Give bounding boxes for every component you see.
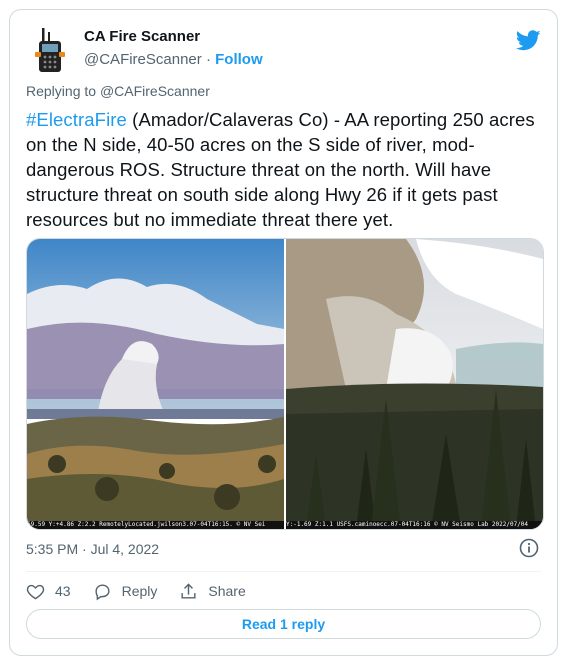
heart-icon — [26, 584, 45, 599]
read-replies-button[interactable]: Read 1 reply — [26, 609, 541, 639]
tweet-timestamp[interactable]: 5:35 PM · Jul 4, 2022 — [26, 541, 159, 557]
info-icon[interactable] — [519, 538, 539, 558]
share-icon — [181, 582, 196, 599]
replying-to-prefix: Replying to — [26, 83, 100, 99]
replying-to-handle[interactable]: @CAFireScanner — [100, 83, 210, 99]
follow-button[interactable]: Follow — [215, 51, 263, 68]
fire-photo-right[interactable]: Y:-1.69 Z:1.1 USFS.caminoecc.07-04T16:16… — [286, 239, 543, 529]
handle-separator: · — [201, 51, 216, 68]
author-handle[interactable]: @CAFireScanner — [84, 51, 202, 68]
tweet-actions: 43 Reply Share — [26, 579, 268, 603]
camera-caption-right: Y:-1.69 Z:1.1 USFS.caminoecc.07-04T16:16… — [286, 521, 543, 529]
twitter-bird-icon[interactable] — [516, 30, 541, 51]
media-grid: 69.59 Y:+4.86 Z:2.2 RemotelyLocated.jwil… — [26, 238, 544, 530]
reply-bubble-icon — [95, 583, 110, 600]
tweet-header: CA Fire Scanner @CAFireScanner · Follow — [26, 22, 541, 74]
fire-photo-left[interactable]: 69.59 Y:+4.86 Z:2.2 RemotelyLocated.jwil… — [27, 239, 284, 529]
tweet-text: #ElectraFire (Amador/Calaveras Co) - AA … — [26, 107, 546, 232]
reply-label: Reply — [121, 583, 158, 599]
camera-caption-left: 69.59 Y:+4.86 Z:2.2 RemotelyLocated.jwil… — [27, 521, 284, 529]
hashtag-link[interactable]: #ElectraFire — [26, 109, 127, 130]
actions-divider — [26, 571, 541, 572]
like-button[interactable]: 43 — [26, 582, 71, 601]
share-button[interactable]: Share — [179, 582, 246, 601]
like-count: 43 — [55, 583, 71, 599]
reply-button[interactable]: Reply — [93, 582, 158, 601]
tweet-card: CA Fire Scanner @CAFireScanner · Follow … — [9, 9, 558, 656]
replying-to: Replying to @CAFireScanner — [26, 83, 210, 99]
share-label: Share — [208, 583, 246, 599]
radio-scanner-icon[interactable] — [26, 26, 74, 74]
author-handle-line: @CAFireScanner · Follow — [84, 51, 263, 68]
author-name[interactable]: CA Fire Scanner — [84, 28, 200, 45]
